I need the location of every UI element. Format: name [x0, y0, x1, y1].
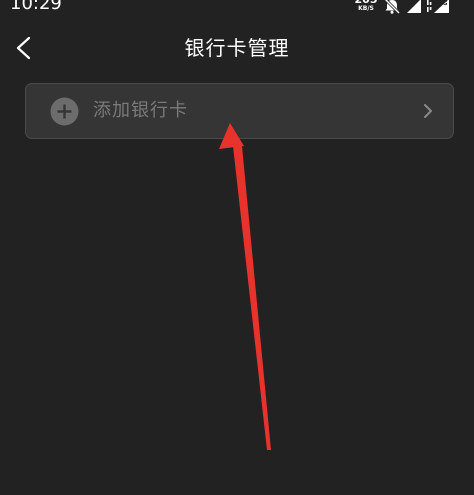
status-bar: 10:29 205 KB/S 4G	[0, 0, 474, 16]
mute-bell-icon	[383, 0, 401, 14]
svg-text:4G: 4G	[439, 1, 448, 7]
page-title: 银行卡管理	[184, 36, 290, 60]
annotation-arrow	[219, 123, 271, 450]
add-bank-card-button[interactable]: 添加银行卡	[25, 83, 454, 139]
status-time: 10:29	[10, 0, 62, 14]
plus-circle-icon	[50, 97, 79, 126]
network-speed: 205 KB/S	[353, 0, 379, 13]
signal-4g-icon: 4G	[427, 0, 449, 13]
signal-icon	[407, 0, 421, 13]
add-bank-card-label: 添加银行卡	[93, 100, 188, 121]
bank-card-management-screen: 10:29 205 KB/S 4G 银行卡管理	[0, 0, 474, 495]
header: 银行卡管理	[0, 24, 474, 72]
chevron-right-icon	[424, 104, 432, 118]
